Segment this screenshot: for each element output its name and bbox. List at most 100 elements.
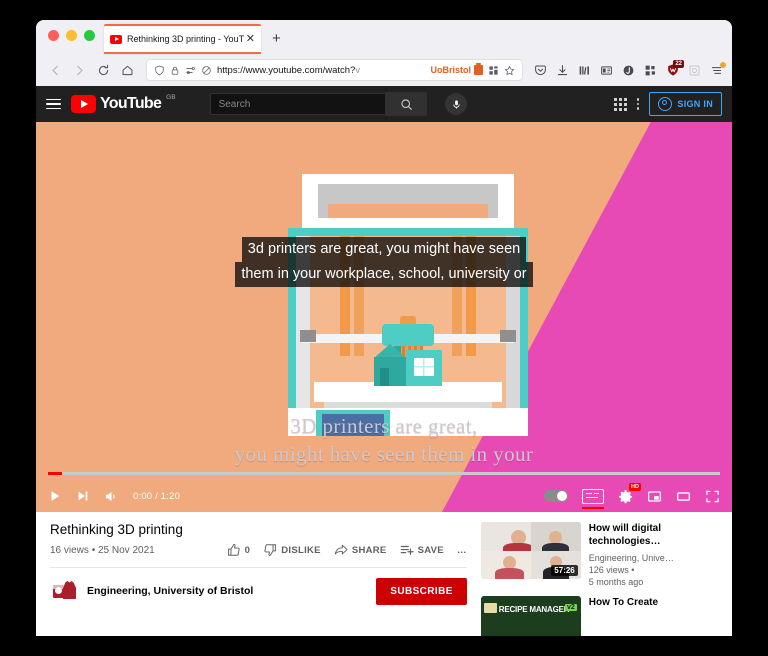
library-icon[interactable] bbox=[577, 63, 592, 78]
volume-button[interactable] bbox=[104, 489, 119, 504]
next-video-button[interactable] bbox=[76, 489, 90, 503]
like-count: 0 bbox=[244, 544, 251, 556]
pocket-icon[interactable] bbox=[533, 63, 548, 78]
player-controls-row: 0:00 / 1:20 HD bbox=[36, 480, 732, 512]
recommendation-thumbnail[interactable]: RECIPE MANAGER v2 bbox=[480, 596, 581, 636]
shield-icon[interactable] bbox=[154, 65, 165, 76]
recommendation-item[interactable]: 57:26 How will digital technologies… Eng… bbox=[480, 522, 722, 588]
search-area: Search bbox=[209, 92, 428, 116]
extensions-grid-icon[interactable] bbox=[643, 63, 658, 78]
minimize-window-button[interactable] bbox=[66, 30, 77, 41]
extension-j-icon[interactable] bbox=[621, 63, 636, 78]
subtitles-button[interactable] bbox=[582, 488, 604, 509]
printer-frame-top bbox=[288, 228, 528, 236]
youtube-header: YouTube GB Search SIGN IN bbox=[36, 86, 732, 122]
thumbnail-version-badge: v2 bbox=[564, 604, 577, 611]
url-text[interactable]: https://www.youtube.com/watch?v bbox=[217, 65, 426, 76]
star-icon[interactable] bbox=[504, 65, 515, 76]
recommendation-item[interactable]: RECIPE MANAGER v2 How To Create bbox=[480, 596, 722, 636]
printer-gantry-end-right bbox=[500, 330, 516, 342]
miniplayer-button[interactable] bbox=[647, 489, 662, 504]
recommendation-channel: Engineering, Unive… bbox=[588, 553, 674, 563]
sign-in-button[interactable]: SIGN IN bbox=[649, 92, 722, 116]
settings-button[interactable]: HD bbox=[618, 482, 641, 504]
container-tab-indicator[interactable]: UoBristol bbox=[431, 63, 483, 75]
thumbs-down-icon bbox=[264, 544, 277, 557]
subtitles-active-underline bbox=[582, 506, 604, 509]
recommendations-sidebar: 57:26 How will digital technologies… Eng… bbox=[480, 512, 732, 636]
channel-avatar[interactable] bbox=[50, 577, 78, 605]
burned-in-subtitle: 3D printers are great, you might have se… bbox=[36, 412, 732, 468]
recommendation-thumbnail[interactable]: 57:26 bbox=[480, 522, 581, 579]
call-tile-3 bbox=[480, 550, 531, 579]
url-bar[interactable]: https://www.youtube.com/watch?v UoBristo… bbox=[146, 59, 523, 81]
recommendation-title: How will digital technologies… bbox=[588, 523, 661, 547]
share-button[interactable]: SHARE bbox=[334, 543, 387, 557]
home-button[interactable] bbox=[116, 59, 138, 81]
like-button[interactable]: 0 bbox=[227, 543, 251, 557]
search-input[interactable]: Search bbox=[209, 93, 386, 115]
autoplay-toggle[interactable] bbox=[544, 490, 568, 502]
browser-tab[interactable]: Rethinking 3D printing - YouTub ✕ bbox=[104, 24, 261, 54]
printer-lid-lip bbox=[302, 218, 514, 228]
back-button[interactable] bbox=[44, 59, 66, 81]
video-meta-row: 16 views • 25 Nov 2021 0 DISLIKE SHARE S… bbox=[50, 543, 467, 557]
hamburger-menu-icon[interactable] bbox=[46, 98, 61, 110]
permissions-icon[interactable] bbox=[185, 65, 196, 76]
account-circle-icon bbox=[658, 97, 673, 111]
channel-name[interactable]: Engineering, University of Bristol bbox=[87, 585, 367, 597]
reader-view-icon[interactable] bbox=[599, 63, 614, 78]
new-tab-button[interactable]: + bbox=[272, 31, 281, 46]
printer-gantry-end-left bbox=[300, 330, 316, 342]
kebab-menu-icon[interactable] bbox=[636, 98, 640, 110]
more-actions-button[interactable]: … bbox=[457, 545, 467, 556]
settings-quality-badge: HD bbox=[629, 482, 641, 491]
call-tile-1 bbox=[480, 522, 531, 551]
search-button[interactable] bbox=[385, 92, 428, 116]
share-label: SHARE bbox=[351, 544, 387, 556]
tab-title: Rethinking 3D printing - YouTub bbox=[127, 34, 244, 44]
lock-icon[interactable] bbox=[170, 65, 180, 76]
url-faded: v bbox=[355, 64, 361, 76]
tracking-protection-off-icon[interactable] bbox=[201, 65, 212, 76]
play-button[interactable] bbox=[48, 489, 62, 503]
dislike-button[interactable]: DISLIKE bbox=[263, 543, 321, 557]
close-tab-icon[interactable]: ✕ bbox=[246, 33, 255, 45]
burned-in-line-2: you might have seen them in your bbox=[234, 442, 534, 466]
3d-printer-illustration bbox=[288, 174, 528, 436]
voice-search-button[interactable] bbox=[445, 93, 468, 115]
browser-window: Rethinking 3D printing - YouTub ✕ + http… bbox=[36, 20, 732, 636]
sign-in-label: SIGN IN bbox=[677, 99, 713, 109]
downloads-icon[interactable] bbox=[555, 63, 570, 78]
house-body bbox=[374, 357, 406, 386]
update-alert-dot-icon bbox=[720, 61, 726, 68]
maximize-window-button[interactable] bbox=[84, 30, 95, 41]
apps-grid-icon[interactable] bbox=[613, 97, 627, 111]
below-player-area: Rethinking 3D printing 16 views • 25 Nov… bbox=[36, 512, 732, 636]
extension-grid-icon[interactable] bbox=[488, 65, 499, 76]
reload-button[interactable] bbox=[92, 59, 114, 81]
avatar-hand-icon bbox=[63, 581, 76, 599]
youtube-logo[interactable]: YouTube GB bbox=[71, 94, 176, 113]
app-menu-icon[interactable] bbox=[709, 61, 726, 78]
recipe-icon bbox=[483, 603, 497, 613]
burned-in-line-1: 3D printers are great, bbox=[290, 414, 478, 438]
progress-bar[interactable] bbox=[48, 472, 720, 475]
container-extension-icon[interactable] bbox=[687, 63, 702, 78]
thumbnail-overlay-text: RECIPE MANAGER bbox=[498, 605, 570, 614]
video-views: 16 views bbox=[50, 544, 89, 556]
call-tile-2 bbox=[530, 522, 581, 551]
theater-mode-button[interactable] bbox=[676, 489, 691, 504]
save-button[interactable]: SAVE bbox=[400, 543, 444, 557]
forward-button[interactable] bbox=[68, 59, 90, 81]
video-info-column: Rethinking 3D printing 16 views • 25 Nov… bbox=[36, 512, 481, 636]
recommendation-meta: How To Create bbox=[589, 596, 722, 636]
microphone-icon bbox=[452, 99, 460, 109]
video-player[interactable]: 3D printers are great, you might have se… bbox=[36, 122, 732, 512]
toolbar-icons: 22 bbox=[531, 59, 726, 78]
close-window-button[interactable] bbox=[48, 30, 59, 41]
subscribe-button[interactable]: SUBSCRIBE bbox=[376, 577, 467, 605]
shield-extension-icon[interactable]: 22 bbox=[665, 59, 684, 78]
fullscreen-button[interactable] bbox=[705, 489, 720, 504]
video-duration: 57:26 bbox=[551, 565, 578, 576]
